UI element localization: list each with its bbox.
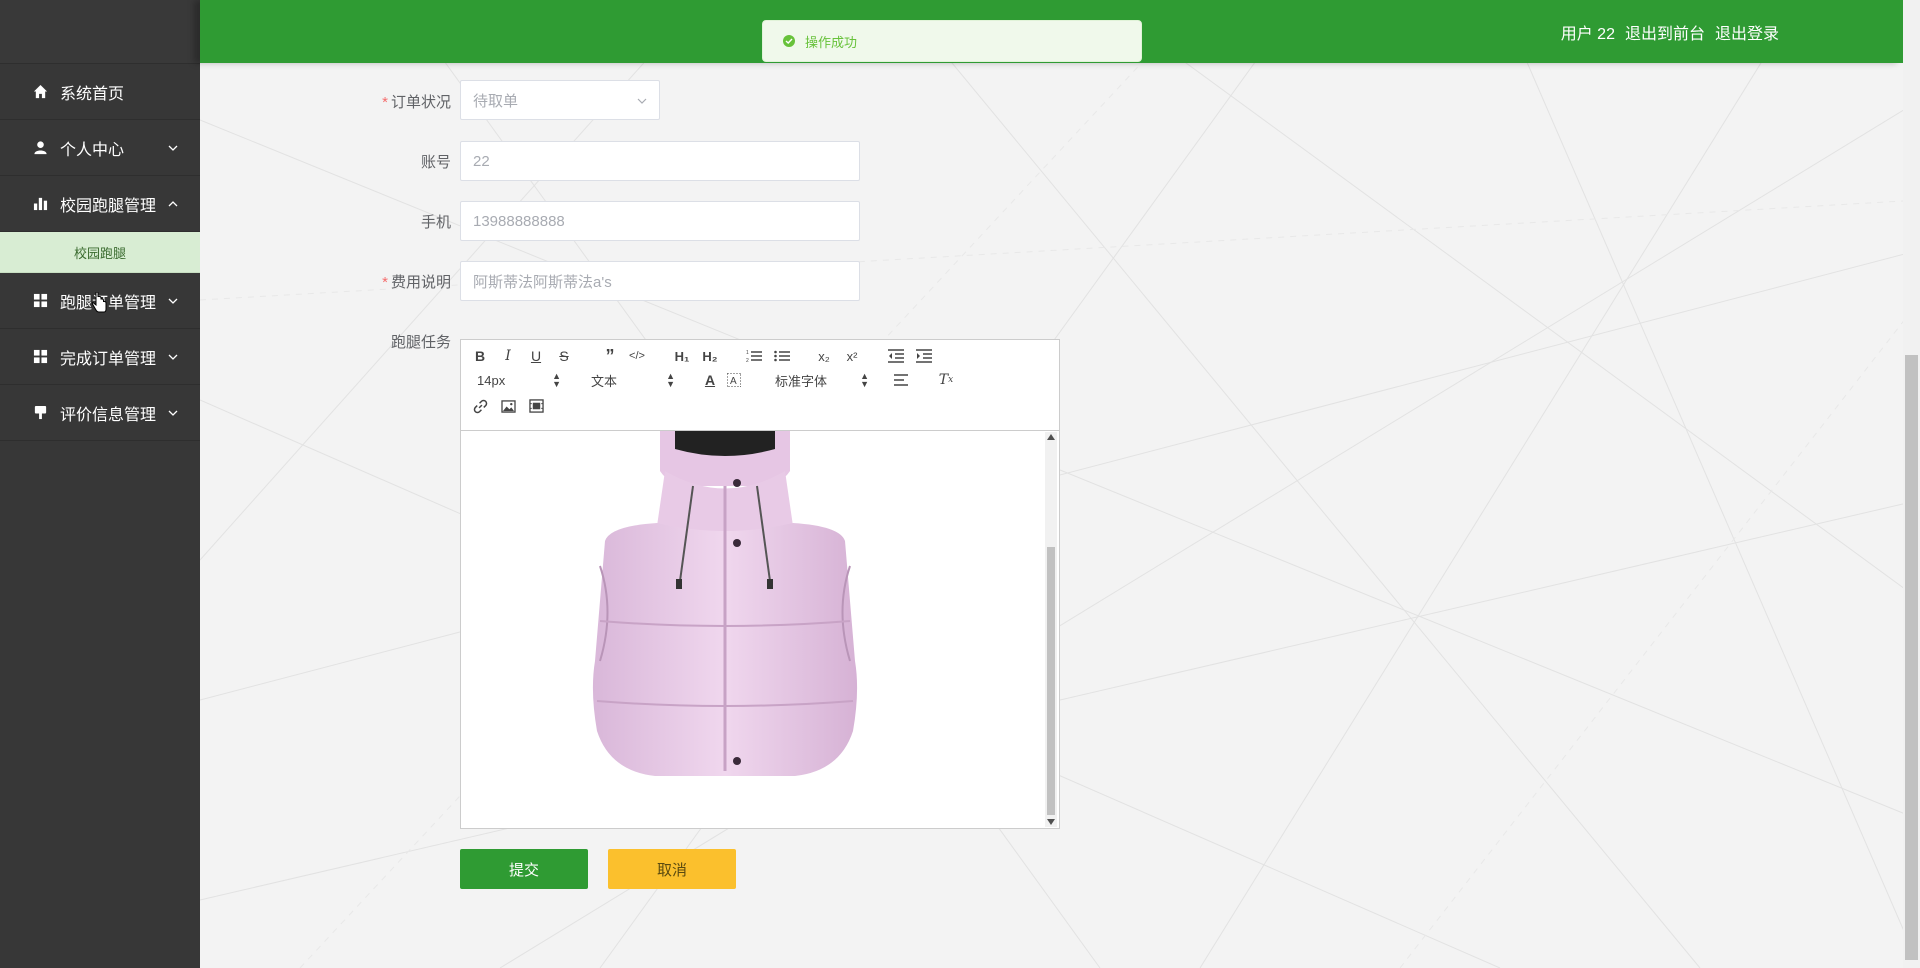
logout-link[interactable]: 退出登录: [1715, 20, 1779, 44]
toast-message: 操作成功: [805, 34, 858, 50]
bold-button[interactable]: B: [469, 346, 491, 366]
outdent-icon[interactable]: [885, 346, 907, 366]
svg-text:2: 2: [746, 358, 749, 363]
header-user-area: 用户 22 退出到前台 退出登录: [1551, 0, 1779, 63]
sidebar-item-profile[interactable]: 个人中心: [0, 120, 200, 176]
chevron-up-icon: [168, 200, 178, 206]
image-icon[interactable]: [497, 396, 519, 416]
page-scroll-thumb[interactable]: [1905, 355, 1918, 960]
editor-scroll-thumb[interactable]: [1047, 547, 1055, 815]
sidebar-item-reviews[interactable]: 评价信息管理: [0, 385, 200, 441]
submit-button[interactable]: 提交: [460, 849, 588, 889]
sidebar-item-label: 个人中心: [60, 141, 125, 159]
select-arrows-icon: ▲ ▼: [666, 371, 675, 389]
align-left-icon[interactable]: [891, 370, 913, 390]
font-family-value: 标准字体: [775, 373, 828, 389]
phone-value: 13988888888: [473, 212, 565, 230]
editor-scrollbar[interactable]: [1045, 432, 1057, 827]
cancel-button[interactable]: 取消: [608, 849, 736, 889]
username-label: 用户 22: [1560, 25, 1615, 43]
order-status-value: 待取单: [473, 92, 519, 110]
background-pattern: [200, 0, 1920, 968]
code-block-button[interactable]: </>: [626, 346, 648, 366]
chevron-down-icon: [637, 98, 647, 104]
indent-icon[interactable]: [913, 346, 935, 366]
sidebar: 系统首页 个人中心 校园跑腿管理 校园跑腿 跑腿订单管理 完成订单管理 评价信息…: [0, 0, 200, 968]
exit-to-front-link[interactable]: 退出到前台: [1625, 20, 1705, 44]
chevron-down-icon: [168, 145, 178, 151]
fee-note-value: 阿斯蒂法阿斯蒂法a's: [473, 273, 612, 291]
home-icon: [32, 84, 48, 100]
required-asterisk: *: [382, 274, 388, 291]
user-icon: [32, 140, 48, 156]
background-color-icon[interactable]: A: [723, 370, 745, 390]
phone-label: 手机: [420, 214, 451, 231]
italic-button[interactable]: I: [497, 346, 519, 366]
sidebar-item-label: 完成订单管理: [60, 350, 157, 368]
strike-button[interactable]: S: [553, 346, 575, 366]
video-icon[interactable]: [525, 396, 547, 416]
chevron-down-icon: [168, 354, 178, 360]
heading2-button[interactable]: H₂: [699, 346, 721, 366]
display-icon: [32, 405, 48, 421]
sidebar-logo-area: [0, 0, 200, 64]
font-family-select[interactable]: 标准字体 ▲ ▼: [775, 370, 869, 390]
heading1-button[interactable]: H₁: [671, 346, 693, 366]
text-type-value: 文本: [591, 373, 618, 389]
select-arrows-icon: ▲ ▼: [552, 371, 561, 389]
grid-icon: [32, 349, 48, 365]
mouse-cursor-icon: [91, 292, 107, 313]
sidebar-item-errand-management[interactable]: 校园跑腿管理: [0, 176, 200, 232]
font-size-value: 14px: [477, 372, 506, 388]
order-status-label: * 订单状况: [382, 94, 451, 111]
font-size-select[interactable]: 14px ▲ ▼: [477, 370, 561, 390]
subscript-button[interactable]: x₂: [813, 346, 835, 366]
account-value: 22: [473, 152, 490, 170]
order-status-select[interactable]: 待取单: [460, 80, 660, 120]
account-label: 账号: [420, 154, 451, 171]
page-scrollbar[interactable]: [1903, 0, 1920, 968]
rich-text-editor[interactable]: B I U S ” </> H₁ H₂ 12 x₂ x² 14px ▲ ▼ 文本 …: [460, 339, 1060, 829]
text-type-select[interactable]: 文本 ▲ ▼: [591, 370, 675, 390]
bullet-list-icon[interactable]: [771, 346, 793, 366]
sidebar-item-label: 评价信息管理: [60, 406, 157, 424]
phone-input[interactable]: 13988888888: [460, 201, 860, 241]
account-input[interactable]: 22: [460, 141, 860, 181]
clear-format-button[interactable]: Tx: [935, 370, 957, 390]
success-check-icon: [783, 35, 795, 47]
sidebar-item-label: 系统首页: [60, 85, 125, 103]
svg-text:A: A: [730, 376, 737, 387]
sidebar-item-label: 校园跑腿管理: [60, 197, 157, 215]
sidebar-item-home[interactable]: 系统首页: [0, 64, 200, 120]
task-label: 跑腿任务: [390, 334, 451, 351]
chevron-down-icon: [168, 410, 178, 416]
font-color-button[interactable]: A: [699, 370, 721, 390]
scroll-down-arrow-icon[interactable]: [1047, 819, 1055, 825]
success-toast: 操作成功: [762, 20, 1142, 62]
link-icon[interactable]: [469, 396, 491, 416]
blockquote-button[interactable]: ”: [599, 346, 621, 366]
scroll-up-arrow-icon[interactable]: [1047, 434, 1055, 440]
submenu-item-campus-errand[interactable]: 校园跑腿: [0, 232, 200, 273]
chevron-down-icon: [168, 298, 178, 304]
ordered-list-icon[interactable]: 12: [743, 346, 765, 366]
editor-toolbar: B I U S ” </> H₁ H₂ 12 x₂ x² 14px ▲ ▼ 文本 …: [461, 340, 1059, 431]
underline-button[interactable]: U: [525, 346, 547, 366]
fee-note-label: * 费用说明: [382, 274, 451, 291]
select-arrows-icon: ▲ ▼: [860, 371, 869, 389]
bar-chart-icon: [32, 196, 48, 212]
vest-image: [475, 431, 977, 813]
fee-note-input[interactable]: 阿斯蒂法阿斯蒂法a's: [460, 261, 860, 301]
sidebar-item-completed-orders[interactable]: 完成订单管理: [0, 329, 200, 385]
required-asterisk: *: [382, 94, 388, 111]
grid-icon: [32, 293, 48, 309]
superscript-button[interactable]: x²: [841, 346, 863, 366]
svg-text:1: 1: [746, 350, 749, 356]
editor-content[interactable]: [461, 431, 1059, 828]
